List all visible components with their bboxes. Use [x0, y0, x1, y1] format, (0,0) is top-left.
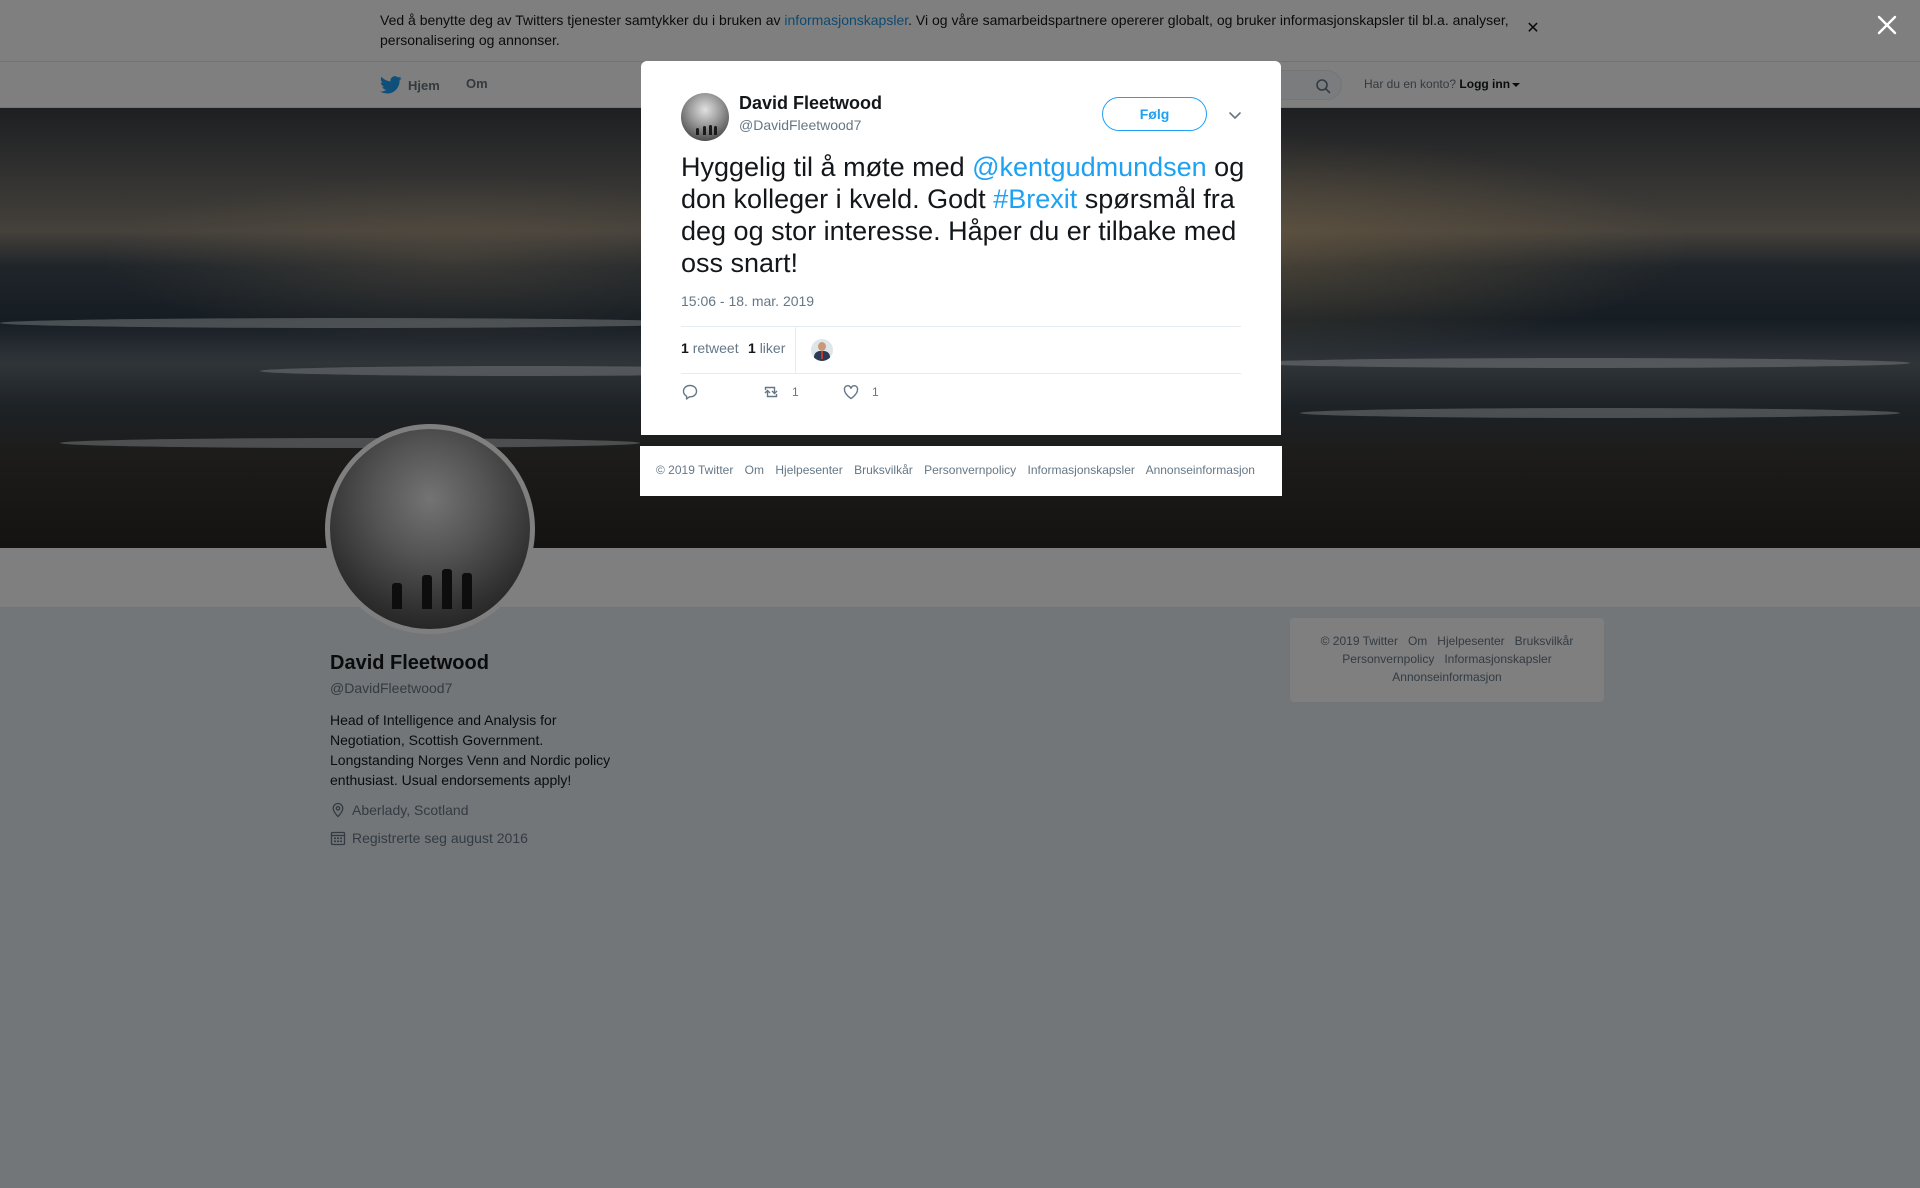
footer-link[interactable]: Bruksvilkår [854, 463, 913, 477]
liker-avatar[interactable] [811, 339, 833, 361]
follow-button[interactable]: Følg [1102, 97, 1207, 131]
footer-link[interactable]: Hjelpesenter [775, 463, 842, 477]
hashtag-link[interactable]: #Brexit [993, 184, 1077, 214]
modal-footer: © 2019 Twitter Om Hjelpesenter Bruksvilk… [640, 446, 1282, 496]
stone-decoration [709, 125, 712, 135]
stone-decoration [714, 126, 717, 135]
footer-link[interactable]: Personvernpolicy [924, 463, 1016, 477]
stone-decoration [696, 128, 699, 135]
tweet-modal: David Fleetwood @DavidFleetwood7 Følg Hy… [641, 61, 1281, 435]
footer-link[interactable]: Om [745, 463, 764, 477]
chevron-down-icon[interactable] [1225, 105, 1245, 125]
divider [795, 327, 796, 373]
retweet-count-link[interactable]: 1 retweet [681, 340, 739, 356]
close-icon[interactable] [1874, 12, 1900, 38]
retweet-icon [764, 386, 778, 398]
like-button[interactable]: 1 [842, 383, 879, 401]
author-handle[interactable]: @DavidFleetwood7 [739, 117, 861, 133]
retweet-button[interactable]: 1 [762, 383, 799, 401]
tweet-timestamp[interactable]: 15:06 - 18. mar. 2019 [681, 293, 814, 309]
mention-link[interactable]: @kentgudmundsen [972, 152, 1207, 182]
author-avatar[interactable] [681, 93, 729, 141]
reply-icon [682, 384, 698, 400]
author-name[interactable]: David Fleetwood [739, 93, 882, 114]
avatar-head-shape [818, 342, 826, 351]
avatar-tie-shape [821, 351, 823, 359]
footer-link[interactable]: Annonseinformasjon [1146, 463, 1255, 477]
stone-decoration [703, 126, 706, 135]
heart-icon [843, 385, 859, 400]
tweet-text: Hyggelig til å møte med @kentgudmundsen … [681, 152, 1245, 278]
footer-link[interactable]: Informasjonskapsler [1028, 463, 1135, 477]
like-count-link[interactable]: 1 liker [748, 340, 785, 356]
footer-link[interactable]: © 2019 Twitter [656, 463, 733, 477]
reply-button[interactable] [681, 383, 711, 401]
tweet-stats: 1 retweet 1 liker [681, 326, 1241, 374]
